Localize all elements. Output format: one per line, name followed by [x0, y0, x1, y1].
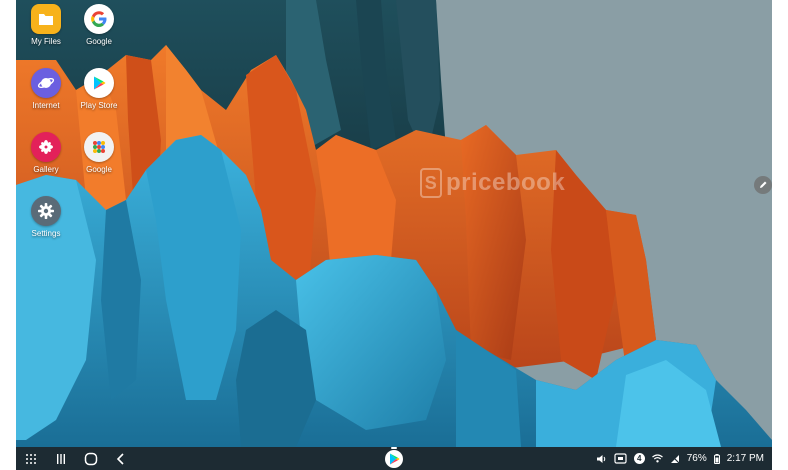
google-folder-icon — [84, 132, 114, 162]
wallpaper — [16, 0, 772, 447]
app-label: Play Store — [80, 101, 118, 110]
no-sim-icon — [670, 454, 680, 464]
app-gallery[interactable]: Gallery — [16, 132, 76, 174]
home-icon — [84, 452, 98, 465]
status-area[interactable]: 4 76% 2:17 PM — [596, 447, 764, 470]
watermark-text: pricebook — [446, 169, 566, 196]
apps-grid-button[interactable] — [16, 447, 46, 470]
volume-icon[interactable] — [596, 454, 607, 464]
navigation-buttons — [16, 447, 136, 470]
folder-icon — [31, 4, 61, 34]
app-play-store[interactable]: Play Store — [69, 68, 129, 110]
back-icon — [116, 452, 124, 465]
play-store-icon — [84, 68, 114, 98]
battery-percentage: 76% — [686, 453, 707, 464]
pinned-play-store[interactable] — [382, 447, 406, 470]
recents-button[interactable] — [46, 447, 76, 470]
wifi-icon — [651, 454, 663, 463]
taskbar: 4 76% 2:17 PM — [16, 447, 772, 470]
recents-icon — [57, 453, 65, 464]
pencil-icon — [760, 181, 767, 188]
home-button[interactable] — [76, 447, 106, 470]
clock: 2:17 PM — [726, 453, 764, 464]
app-my-files[interactable]: My Files — [16, 4, 76, 46]
tablet-screen: S pricebook My Files Google Internet Pla… — [16, 0, 772, 470]
app-label: Internet — [32, 101, 60, 110]
play-store-icon — [385, 449, 403, 468]
app-google[interactable]: Google — [69, 4, 129, 46]
gear-icon — [31, 196, 61, 226]
apps-grid-icon — [26, 453, 36, 464]
app-label: Settings — [31, 229, 61, 238]
notification-count-badge[interactable]: 4 — [633, 453, 645, 464]
back-button[interactable] — [106, 447, 136, 470]
app-settings[interactable]: Settings — [16, 196, 76, 238]
app-google-folder[interactable]: Google — [69, 132, 129, 174]
app-internet[interactable]: Internet — [16, 68, 76, 110]
internet-icon — [31, 68, 61, 98]
battery-icon — [713, 453, 720, 464]
google-icon — [84, 4, 114, 34]
edge-panel-handle[interactable] — [754, 176, 772, 194]
app-label: Gallery — [33, 165, 59, 174]
gallery-icon — [31, 132, 61, 162]
app-label: Google — [86, 37, 112, 46]
app-label: My Files — [31, 37, 61, 46]
screen-capture-icon[interactable] — [614, 453, 627, 464]
running-indicator — [391, 447, 397, 449]
watermark: S pricebook — [420, 168, 565, 198]
app-label: Google — [86, 165, 112, 174]
watermark-logo: S — [420, 168, 442, 198]
